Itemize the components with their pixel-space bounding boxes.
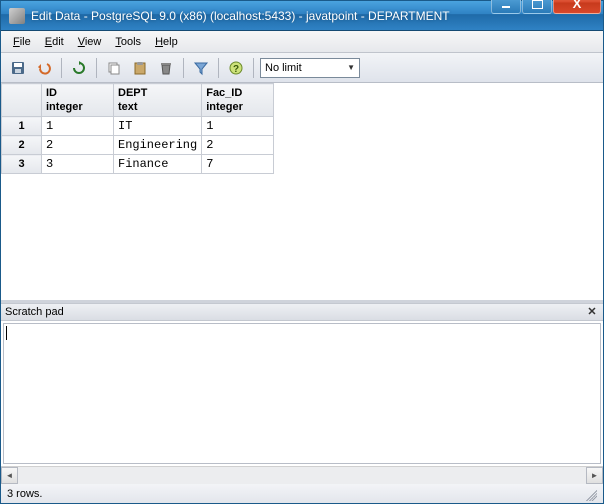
delete-icon[interactable] — [155, 57, 177, 79]
toolbar-separator — [96, 58, 97, 78]
toolbar-separator — [61, 58, 62, 78]
help-icon[interactable]: ? — [225, 57, 247, 79]
status-text: 3 rows. — [7, 488, 42, 500]
scroll-track[interactable] — [18, 467, 586, 484]
cell[interactable]: 1 — [202, 117, 274, 136]
cell[interactable]: Engineering — [114, 136, 202, 155]
refresh-icon[interactable] — [68, 57, 90, 79]
menu-file[interactable]: File — [7, 34, 37, 50]
column-header[interactable]: DEPTtext — [114, 84, 202, 117]
filter-icon[interactable] — [190, 57, 212, 79]
scroll-right-icon[interactable]: ► — [586, 467, 603, 484]
toolbar-separator — [253, 58, 254, 78]
maximize-button[interactable] — [522, 0, 552, 14]
cell[interactable]: 1 — [42, 117, 114, 136]
copy-icon[interactable] — [103, 57, 125, 79]
grid-corner[interactable] — [2, 84, 42, 117]
menu-help[interactable]: Help — [149, 34, 184, 50]
content-area: IDintegerDEPTtextFac_IDinteger 11IT122En… — [1, 83, 603, 483]
column-header[interactable]: Fac_IDinteger — [202, 84, 274, 117]
row-limit-label: No limit — [265, 62, 302, 74]
scroll-left-icon[interactable]: ◄ — [1, 467, 18, 484]
table-row[interactable]: 11IT1 — [2, 117, 274, 136]
titlebar[interactable]: Edit Data - PostgreSQL 9.0 (x86) (localh… — [1, 1, 603, 31]
menu-tools[interactable]: Tools — [109, 34, 147, 50]
cell[interactable]: Finance — [114, 155, 202, 174]
scratch-pad-title: Scratch pad — [5, 306, 585, 318]
svg-text:?: ? — [233, 64, 239, 75]
window-title: Edit Data - PostgreSQL 9.0 (x86) (localh… — [31, 9, 490, 23]
resize-grip-icon[interactable] — [583, 487, 597, 501]
scratch-close-icon[interactable]: ✕ — [585, 305, 599, 319]
app-icon — [9, 8, 25, 24]
scratch-pad-input[interactable] — [3, 323, 601, 464]
save-icon[interactable] — [7, 57, 29, 79]
scratch-pad-panel: Scratch pad ✕ ◄ ► — [1, 303, 603, 483]
row-limit-select[interactable]: No limit ▼ — [260, 58, 360, 78]
table-row[interactable]: 22Engineering2 — [2, 136, 274, 155]
cell[interactable]: 3 — [42, 155, 114, 174]
window-controls: X — [490, 0, 601, 13]
cell[interactable]: 2 — [42, 136, 114, 155]
menu-edit[interactable]: Edit — [39, 34, 70, 50]
close-button[interactable]: X — [553, 0, 601, 14]
toolbar: ? No limit ▼ — [1, 53, 603, 83]
app-window: Edit Data - PostgreSQL 9.0 (x86) (localh… — [0, 0, 604, 504]
cell[interactable]: 7 — [202, 155, 274, 174]
row-header[interactable]: 3 — [2, 155, 42, 174]
dropdown-arrow-icon: ▼ — [347, 63, 355, 72]
cell[interactable]: IT — [114, 117, 202, 136]
menubar: File Edit View Tools Help — [1, 31, 603, 53]
status-bar: 3 rows. — [1, 483, 603, 503]
column-header[interactable]: IDinteger — [42, 84, 114, 117]
toolbar-separator — [218, 58, 219, 78]
table-row[interactable]: 33Finance7 — [2, 155, 274, 174]
menu-view[interactable]: View — [72, 34, 108, 50]
minimize-button[interactable] — [491, 0, 521, 14]
data-grid-pane[interactable]: IDintegerDEPTtextFac_IDinteger 11IT122En… — [1, 83, 603, 303]
toolbar-separator — [183, 58, 184, 78]
row-header[interactable]: 1 — [2, 117, 42, 136]
paste-icon[interactable] — [129, 57, 151, 79]
horizontal-scrollbar[interactable]: ◄ ► — [1, 466, 603, 483]
scratch-pad-header[interactable]: Scratch pad ✕ — [1, 303, 603, 321]
cell[interactable]: 2 — [202, 136, 274, 155]
row-header[interactable]: 2 — [2, 136, 42, 155]
undo-icon[interactable] — [33, 57, 55, 79]
data-grid[interactable]: IDintegerDEPTtextFac_IDinteger 11IT122En… — [1, 83, 274, 174]
